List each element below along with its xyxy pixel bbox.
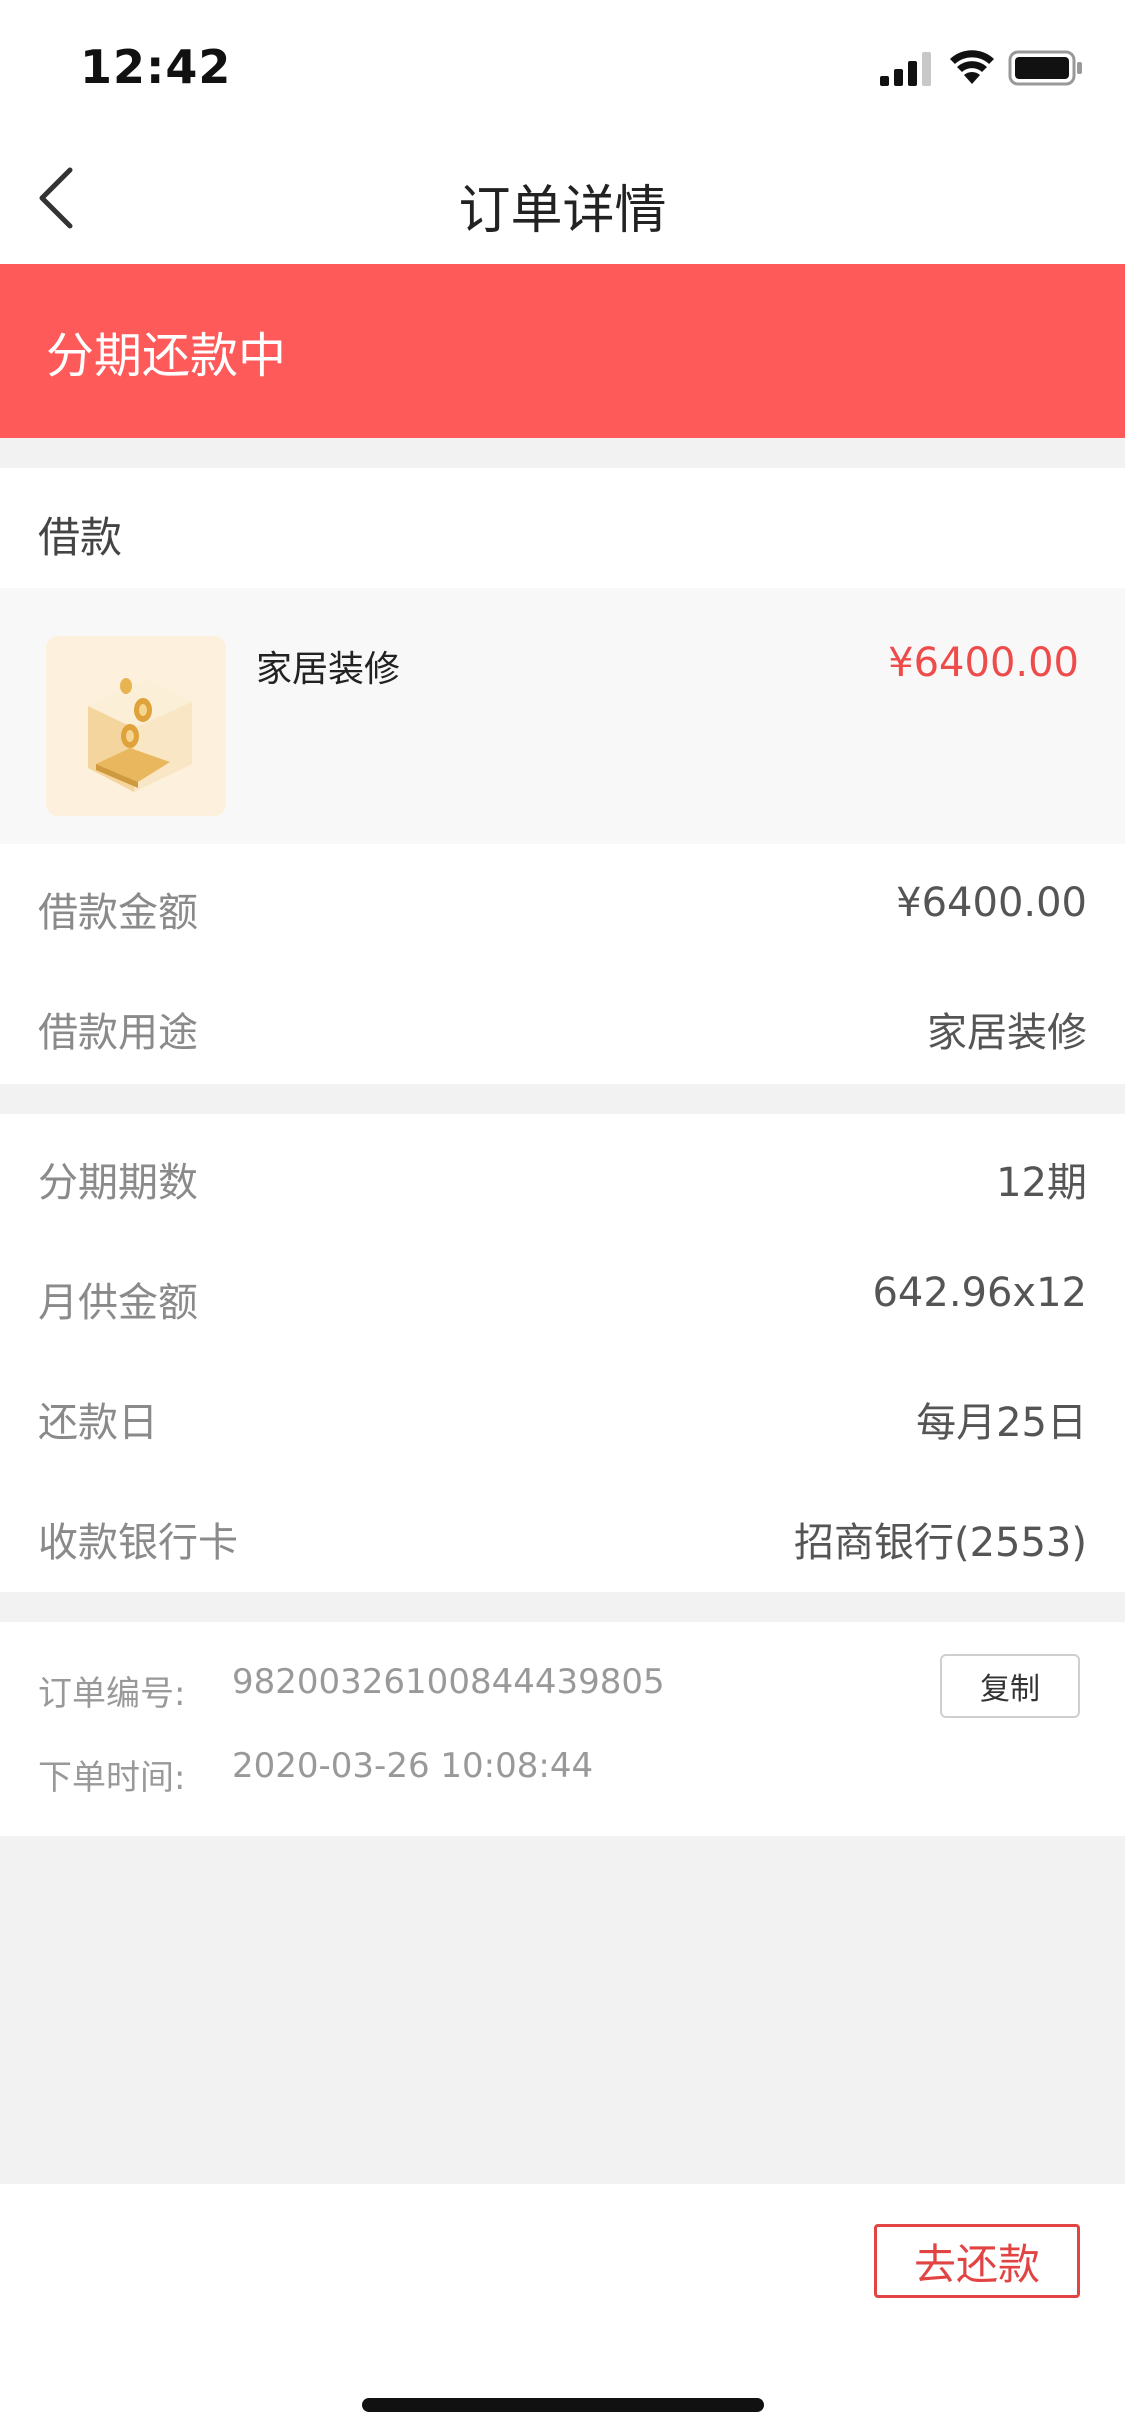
row-value: 每月25日 <box>916 1400 1087 1446</box>
row-label: 收款银行卡 <box>38 1520 238 1566</box>
row-value: ¥6400.00 <box>896 880 1087 926</box>
loan-info-card: 借款金额 ¥6400.00 借款用途 家居装修 <box>0 844 1125 1084</box>
monthly-payment-row: 月供金额 642.96x12 <box>0 1234 1125 1354</box>
row-label: 还款日 <box>38 1400 158 1446</box>
product-price: ¥6400.00 <box>888 640 1079 686</box>
row-label: 分期期数 <box>38 1160 198 1206</box>
order-time-label: 下单时间: <box>38 1758 186 1798</box>
home-indicator[interactable] <box>362 2398 764 2412</box>
bank-card-row: 收款银行卡 招商银行(2553) <box>0 1474 1125 1594</box>
coin-box-icon <box>46 636 226 816</box>
row-value: 642.96x12 <box>872 1270 1087 1316</box>
page-title: 订单详情 <box>458 181 667 241</box>
loan-purpose-row: 借款用途 家居装修 <box>0 964 1125 1084</box>
order-status-text: 分期还款中 <box>46 328 287 384</box>
go-repay-button[interactable]: 去还款 <box>874 2224 1080 2298</box>
product-thumbnail <box>46 636 226 816</box>
cellular-signal-icon <box>880 52 931 86</box>
row-label: 借款用途 <box>38 1010 198 1056</box>
row-label: 月供金额 <box>38 1280 198 1326</box>
bottom-action-bar: 去还款 <box>0 2184 1125 2436</box>
navigation-bar: 订单详情 <box>0 132 1125 264</box>
row-label: 借款金额 <box>38 890 198 936</box>
status-bar: 12:42 <box>0 0 1125 132</box>
loan-product-item: 家居装修 ¥6400.00 <box>0 588 1125 844</box>
order-status-banner: 分期还款中 <box>0 264 1125 438</box>
row-value: 12期 <box>996 1160 1087 1206</box>
repayment-day-row: 还款日 每月25日 <box>0 1354 1125 1474</box>
copy-order-number-button[interactable]: 复制 <box>940 1654 1080 1718</box>
installment-count-row: 分期期数 12期 <box>0 1114 1125 1234</box>
installment-info-card: 分期期数 12期 月供金额 642.96x12 还款日 每月25日 收款银行卡 … <box>0 1114 1125 1592</box>
order-time-value: 2020-03-26 10:08:44 <box>232 1746 594 1786</box>
loan-amount-row: 借款金额 ¥6400.00 <box>0 844 1125 964</box>
row-value: 招商银行(2553) <box>793 1520 1087 1566</box>
row-value: 家居装修 <box>927 1010 1087 1056</box>
wifi-icon <box>950 50 994 84</box>
loan-section-header: 借款 <box>0 468 1125 588</box>
status-time: 12:42 <box>80 40 232 94</box>
loan-section-title: 借款 <box>38 513 123 562</box>
order-info-card: 订单编号: 98200326100844439805 复制 下单时间: 2020… <box>0 1622 1125 1836</box>
battery-icon <box>1008 50 1082 86</box>
product-name: 家居装修 <box>256 649 401 690</box>
order-number-label: 订单编号: <box>38 1674 186 1714</box>
order-number-value: 98200326100844439805 <box>232 1662 665 1702</box>
